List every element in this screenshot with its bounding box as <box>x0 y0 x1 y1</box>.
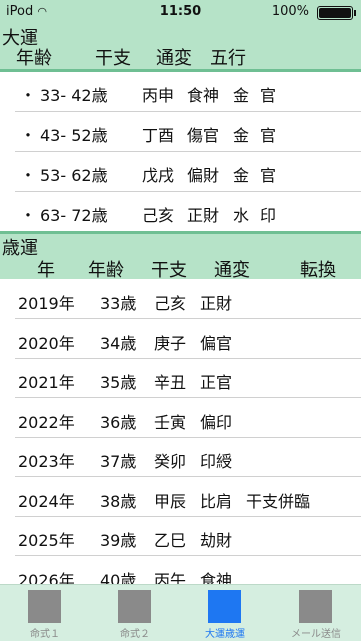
taiun-cell-extra: 官 <box>260 86 277 105</box>
saiun-title: 歳運 <box>2 238 38 259</box>
taiun-row[interactable]: ・ 53- 62歳 戊戌 偏財金官 <box>0 152 361 192</box>
meishiki2-icon <box>118 590 151 623</box>
saiun-row[interactable]: 2019年 33歳 己亥 正財 <box>0 280 361 320</box>
saiun-row[interactable]: 2025年 39歳 乙巳 劫財 <box>0 517 361 557</box>
tab-bar: 命式１ 命式２ 大運歳運 メール送信 <box>0 584 361 641</box>
saiun-cell-age: 39歳 <box>100 531 137 550</box>
saiun-cell-age: 35歳 <box>100 373 137 392</box>
taiun-col-gogyo: 五行 <box>210 48 246 69</box>
mail-icon <box>299 590 332 623</box>
saiun-cell-tsuhen: 正官 <box>200 373 233 392</box>
saiun-col-age: 年齢 <box>88 260 124 281</box>
saiun-cell-tsuhen: 劫財 <box>200 531 233 550</box>
taiun-cell-kanshi: 丁酉 <box>142 126 175 145</box>
taiun-cell-kanshi: 戊戌 <box>142 166 175 185</box>
saiun-cell-age: 36歳 <box>100 412 137 432</box>
taiun-cell-extra: 印 <box>260 206 277 225</box>
saiun-cell-year: 2021年 <box>18 373 75 392</box>
saiun-cell-kanshi: 壬寅 <box>154 412 187 432</box>
taiun-cell-kanshi: 丙申 <box>142 86 175 105</box>
tab-label: メール送信 <box>291 629 341 640</box>
taiun-cell-gogyo: 金 <box>233 86 250 105</box>
meishiki1-icon <box>28 590 61 623</box>
taiun-cell-age: 43- 52歳 <box>40 126 108 145</box>
taiun-cell-kanshi: 己亥 <box>142 206 175 225</box>
saiun-cell-kanshi: 乙巳 <box>154 531 187 550</box>
taiun-col-kanshi: 干支 <box>95 48 131 69</box>
taiun-cell-bullet: ・ <box>20 206 37 225</box>
taiun-col-tsuhen: 通変 <box>156 48 192 69</box>
taiun-row[interactable]: ・ 43- 52歳 丁酉 傷官金官 <box>0 112 361 152</box>
battery-percent: 100% <box>271 4 309 19</box>
status-bar: iPod ◠ 11:50 100% <box>0 0 361 24</box>
saiun-col-kanshi: 干支 <box>151 260 187 281</box>
tab-label: 命式１ <box>30 629 60 640</box>
saiun-cell-tenkan: 干支併臨 <box>246 491 311 511</box>
saiun-col-year: 年 <box>37 260 55 281</box>
taiun-cell-bullet: ・ <box>20 166 37 185</box>
tab-mail[interactable]: メール送信 <box>271 585 361 641</box>
saiun-cell-kanshi: 庚子 <box>154 333 187 353</box>
taiun-cell-tsuhen: 正財 <box>187 206 220 225</box>
taiun-cell-extra: 官 <box>260 126 277 145</box>
saiun-cell-year: 2019年 <box>18 294 75 313</box>
taiun-cell-bullet: ・ <box>20 86 37 105</box>
taiun-row[interactable]: ・ 63- 72歳 己亥 正財水印 <box>0 192 361 232</box>
taiun-cell-age: 63- 72歳 <box>40 206 108 225</box>
taiun-header: 大運 年齢 干支 通変 五行 <box>0 24 361 69</box>
saiun-cell-age: 34歳 <box>100 333 137 353</box>
saiun-cell-age: 37歳 <box>100 452 137 471</box>
taiun-row[interactable]: ・ 33- 42歳 丙申 食神金官 <box>0 72 361 112</box>
taiun-cell-tsuhen: 偏財 <box>187 166 220 185</box>
saiun-row[interactable]: 2021年 35歳 辛丑 正官 <box>0 359 361 399</box>
saiun-row[interactable]: 2020年 34歳 庚子 偏官 <box>0 320 361 360</box>
taiun-saiun-icon <box>208 590 241 623</box>
saiun-cell-kanshi: 己亥 <box>154 294 187 313</box>
saiun-cell-tsuhen: 印綬 <box>200 452 233 471</box>
taiun-cell-extra: 官 <box>260 166 277 185</box>
saiun-cell-kanshi: 辛丑 <box>154 373 187 392</box>
taiun-cell-gogyo: 金 <box>233 166 250 185</box>
saiun-cell-kanshi: 甲辰 <box>154 491 187 511</box>
tab-meishiki1[interactable]: 命式１ <box>0 585 90 641</box>
saiun-cell-age: 38歳 <box>100 491 137 511</box>
saiun-cell-kanshi: 癸卯 <box>154 452 187 471</box>
tab-meishiki2[interactable]: 命式２ <box>90 585 180 641</box>
saiun-row[interactable]: 2023年 37歳 癸卯 印綬 <box>0 438 361 478</box>
saiun-cell-tsuhen: 比肩 <box>200 491 233 511</box>
saiun-cell-tsuhen: 偏官 <box>200 333 233 353</box>
saiun-cell-tsuhen: 偏印 <box>200 412 233 432</box>
saiun-cell-year: 2023年 <box>18 452 75 471</box>
tab-taiun-saiun[interactable]: 大運歳運 <box>180 585 270 641</box>
saiun-cell-year: 2020年 <box>18 333 75 353</box>
taiun-cell-tsuhen: 傷官 <box>187 126 220 145</box>
saiun-cell-age: 33歳 <box>100 294 137 313</box>
taiun-cell-gogyo: 水 <box>233 206 250 225</box>
battery-icon <box>317 6 356 20</box>
saiun-header: 歳運 年 年齢 干支 通変 転換 <box>0 234 361 281</box>
taiun-cell-tsuhen: 食神 <box>187 86 220 105</box>
saiun-col-tsuhen: 通変 <box>214 260 250 281</box>
taiun-col-age: 年齢 <box>16 48 52 69</box>
saiun-cell-year: 2024年 <box>18 491 75 511</box>
saiun-cell-year: 2022年 <box>18 412 75 432</box>
saiun-cell-tsuhen: 正財 <box>200 294 233 313</box>
taiun-cell-age: 33- 42歳 <box>40 86 108 105</box>
saiun-row[interactable]: 2022年 36歳 壬寅 偏印 <box>0 399 361 439</box>
tab-label: 大運歳運 <box>205 629 245 640</box>
taiun-cell-bullet: ・ <box>20 126 37 145</box>
saiun-col-tenkan: 転換 <box>300 260 336 281</box>
taiun-cell-age: 53- 62歳 <box>40 166 108 185</box>
saiun-cell-year: 2025年 <box>18 531 75 550</box>
tab-label: 命式２ <box>120 629 150 640</box>
saiun-row[interactable]: 2024年 38歳 甲辰 比肩 干支併臨 <box>0 478 361 518</box>
taiun-cell-gogyo: 金 <box>233 126 250 145</box>
